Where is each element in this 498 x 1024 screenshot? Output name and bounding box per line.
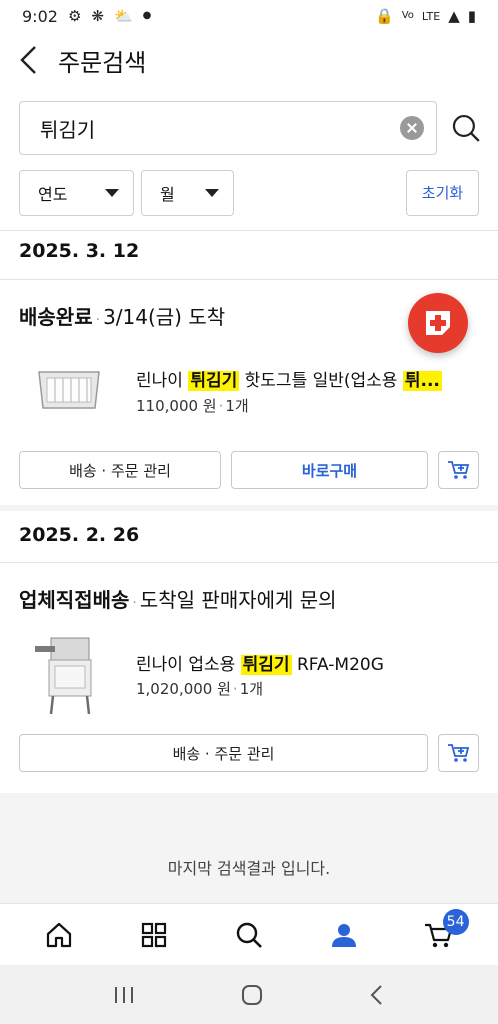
search-icon — [236, 922, 262, 948]
tab-home[interactable] — [35, 911, 83, 959]
buy-now-button[interactable]: 바로구매 — [231, 451, 428, 489]
chevron-down-icon — [205, 188, 219, 197]
network-type: LTE — [421, 9, 441, 23]
search-highlight: 튀... — [402, 371, 442, 391]
product-thumbnail[interactable] — [29, 352, 107, 430]
search-icon[interactable] — [451, 113, 481, 143]
search-highlight: 튀김기 — [188, 371, 240, 391]
separator: · — [218, 397, 224, 415]
system-nav-bar — [0, 965, 498, 1024]
order-status-detail: 도착일 판매자에게 문의 — [139, 588, 337, 612]
tab-my-page[interactable] — [320, 911, 368, 959]
product-thumbnail[interactable] — [29, 636, 107, 714]
bottom-tab-bar: 54 — [0, 903, 498, 965]
product-name[interactable]: 린나이 업소용 튀김기 RFA-M20G — [136, 650, 476, 675]
product-quantity: 1개 — [225, 397, 249, 415]
grid-icon — [142, 922, 167, 947]
product-price: 1,020,000 원 — [136, 680, 231, 698]
search-row: 튀김기 — [19, 101, 481, 155]
product-name-text: 린나이 — [136, 371, 189, 391]
separator: · — [95, 312, 101, 328]
back-arrow-icon[interactable] — [18, 45, 40, 75]
separator: · — [132, 595, 137, 611]
user-icon — [331, 923, 356, 947]
search-input[interactable]: 튀김기 — [19, 101, 438, 155]
divider — [0, 230, 498, 231]
order-status-line: 배송완료 · 3/14(금) 도착 — [19, 301, 225, 330]
weather-icon: ⛅ — [113, 6, 133, 25]
product-name-text: 핫도그틀 일반(업소용 — [239, 371, 403, 391]
volte-icon: Vo — [401, 10, 414, 21]
plus-note-icon — [426, 311, 450, 335]
separator: · — [232, 680, 238, 698]
notification-icon: ⚙ — [67, 6, 82, 25]
status-time: 9:02 — [22, 6, 58, 26]
tab-cart[interactable]: 54 — [415, 908, 469, 959]
signal-icon: ▲ — [448, 6, 460, 25]
manage-order-button[interactable]: 배송 · 주문 관리 — [19, 451, 221, 489]
tab-search[interactable] — [225, 911, 273, 959]
order-status: 업체직접배송 — [19, 588, 130, 612]
home-icon — [47, 922, 72, 947]
order-status-detail: 3/14(금) 도착 — [103, 305, 226, 329]
filter-row: 연도 월 초기화 — [19, 169, 479, 216]
search-highlight: 튀김기 — [240, 655, 292, 675]
product-meta: 1,020,000 원 · 1개 — [136, 678, 263, 699]
product-meta: 110,000 원 · 1개 — [136, 395, 249, 416]
order-date: 2025. 3. 12 — [19, 240, 140, 262]
clear-icon[interactable] — [400, 116, 425, 140]
divider — [0, 279, 498, 280]
cart-plus-icon — [447, 744, 469, 762]
more-dot-icon: ● — [142, 10, 152, 21]
product-name-text: 린나이 업소용 — [136, 655, 241, 675]
manage-order-button[interactable]: 배송 · 주문 관리 — [19, 734, 428, 772]
add-to-list-button[interactable] — [408, 293, 468, 353]
order-status: 배송완료 — [19, 305, 93, 329]
order-status-line: 업체직접배송 · 도착일 판매자에게 문의 — [19, 584, 337, 613]
chevron-down-icon — [105, 188, 119, 197]
pinwheel-icon: ❋ — [91, 6, 104, 25]
divider — [0, 562, 498, 563]
product-quantity: 1개 — [239, 680, 264, 698]
product-price: 110,000 원 — [136, 397, 217, 415]
cart-plus-icon — [447, 461, 469, 479]
home-button-icon[interactable] — [241, 984, 263, 1006]
section-gap — [0, 505, 498, 511]
lock-icon: 🔒 — [375, 6, 394, 25]
page-title: 주문검색 — [58, 48, 147, 77]
search-input-value[interactable]: 튀김기 — [40, 114, 400, 143]
year-dropdown[interactable]: 연도 — [19, 169, 134, 216]
status-bar: 9:02 ⚙ ❋ ⛅ ● 🔒 Vo LTE ▲ ▮ — [0, 0, 498, 32]
battery-icon: ▮ — [467, 6, 476, 25]
product-name[interactable]: 린나이 튀김기 핫도그틀 일반(업소용 튀... — [136, 366, 476, 391]
month-dropdown-label: 월 — [160, 184, 175, 204]
end-of-results-text: 마지막 검색결과 입니다. — [167, 859, 331, 878]
back-button-icon[interactable] — [369, 984, 385, 1006]
product-name-text: RFA-M20G — [291, 655, 384, 675]
recent-apps-icon[interactable] — [113, 985, 135, 1005]
tab-categories[interactable] — [130, 911, 178, 959]
end-of-results-area — [0, 793, 498, 903]
month-dropdown[interactable]: 월 — [141, 169, 234, 216]
add-to-cart-button[interactable] — [438, 451, 479, 489]
year-dropdown-label: 연도 — [38, 184, 68, 204]
add-to-cart-button[interactable] — [438, 734, 479, 772]
cart-count-badge: 54 — [442, 908, 469, 935]
reset-button[interactable]: 초기화 — [406, 169, 479, 216]
app-header: 주문검색 — [0, 34, 498, 86]
order-date: 2025. 2. 26 — [19, 524, 140, 546]
